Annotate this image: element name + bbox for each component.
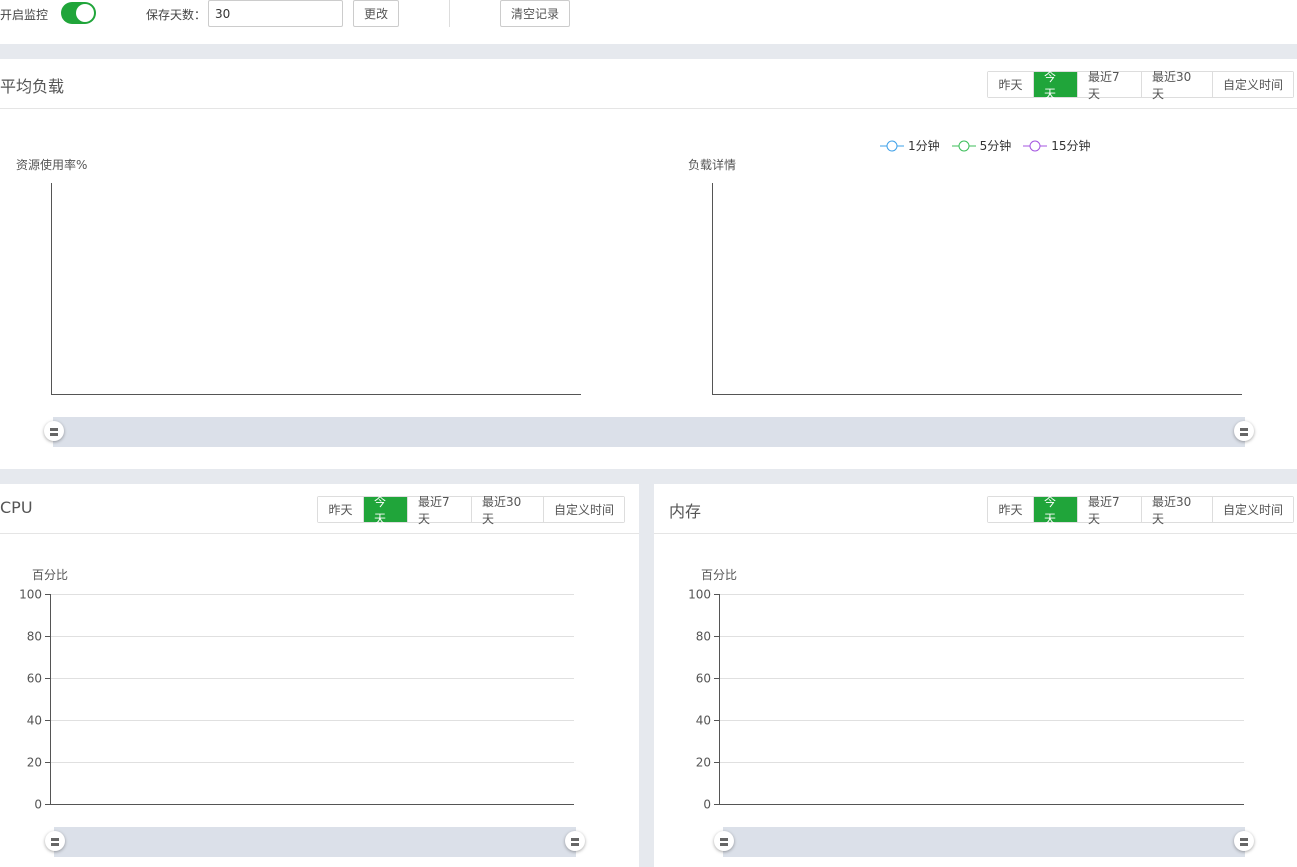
slider-handle-left[interactable]: 〓 — [45, 831, 65, 851]
slider-handle-left[interactable]: 〓 — [714, 831, 734, 851]
legend-item-15min[interactable]: 15分钟 — [1023, 137, 1091, 154]
y-tick-label: 40 — [27, 714, 42, 728]
load-legend: 1分钟 5分钟 15分钟 — [880, 137, 1103, 154]
memory-panel-header: 内存 昨天 今天 最近7天 最近30天 自定义时间 — [654, 484, 1297, 534]
toggle-knob — [76, 4, 94, 22]
change-button[interactable]: 更改 — [353, 0, 399, 27]
y-tick-label: 0 — [34, 798, 42, 812]
y-tick-label: 0 — [703, 798, 711, 812]
y-tick-label: 60 — [696, 672, 711, 686]
tab-last-7-days[interactable]: 最近7天 — [1078, 70, 1142, 101]
tab-last-30-days[interactable]: 最近30天 — [1142, 70, 1213, 101]
y-tick-label: 20 — [696, 756, 711, 770]
tab-last-30-days[interactable]: 最近30天 — [472, 495, 544, 526]
tab-custom-time[interactable]: 自定义时间 — [544, 497, 624, 522]
legend-marker-icon — [880, 140, 904, 151]
cpu-panel: CPU 昨天 今天 最近7天 最近30天 自定义时间 百分比 0 20 40 60 80… — [0, 484, 639, 867]
resource-usage-chart — [51, 183, 1242, 395]
cpu-range-tabs: 昨天 今天 最近7天 最近30天 自定义时间 — [317, 495, 625, 526]
slider-handle-left[interactable]: 〓 — [44, 421, 64, 441]
tab-last-7-days[interactable]: 最近7天 — [408, 495, 472, 526]
monitor-toggle[interactable] — [61, 2, 96, 24]
cpu-y-axis-label: 百分比 — [32, 568, 69, 582]
tab-today[interactable]: 今天 — [364, 495, 408, 526]
load-range-tabs: 昨天 今天 最近7天 最近30天 自定义时间 — [987, 70, 1294, 101]
y-tick-label: 80 — [696, 630, 711, 644]
cpu-panel-title: CPU — [0, 498, 33, 517]
slider-handle-right[interactable]: 〓 — [1234, 831, 1254, 851]
tab-last-7-days[interactable]: 最近7天 — [1078, 495, 1142, 526]
y-tick-label: 100 — [19, 588, 42, 602]
tab-yesterday[interactable]: 昨天 — [988, 497, 1034, 522]
tab-custom-time[interactable]: 自定义时间 — [1213, 72, 1293, 97]
legend-label: 5分钟 — [979, 139, 1012, 153]
cpu-zoom-slider[interactable]: 〓 〓 — [45, 827, 585, 857]
load-panel-header: 平均负载 昨天 今天 最近7天 最近30天 自定义时间 — [0, 59, 1297, 109]
cpu-panel-header: CPU 昨天 今天 最近7天 最近30天 自定义时间 — [0, 484, 639, 534]
memory-zoom-slider[interactable]: 〓 〓 — [714, 827, 1254, 857]
tab-yesterday[interactable]: 昨天 — [988, 72, 1034, 97]
load-panel-title: 平均负载 — [0, 77, 65, 96]
tab-last-30-days[interactable]: 最近30天 — [1142, 495, 1213, 526]
monitor-toolbar: 开启监控 保存天数： 更改 清空记录 — [0, 0, 1297, 44]
legend-item-5min[interactable]: 5分钟 — [951, 137, 1012, 154]
memory-panel: 内存 昨天 今天 最近7天 最近30天 自定义时间 百分比 0 20 40 60 80 1… — [654, 484, 1297, 867]
y-tick-label: 80 — [27, 630, 42, 644]
days-input[interactable] — [208, 0, 343, 27]
days-label: 保存天数： — [146, 8, 207, 22]
tab-yesterday[interactable]: 昨天 — [318, 497, 364, 522]
y-tick-label: 20 — [27, 756, 42, 770]
memory-chart: 0 20 40 60 80 100 — [688, 588, 1244, 812]
toolbar-divider — [449, 0, 450, 27]
legend-label: 15分钟 — [1051, 139, 1091, 153]
legend-label: 1分钟 — [908, 139, 940, 153]
slider-handle-right[interactable]: 〓 — [1234, 421, 1254, 441]
memory-y-axis-label: 百分比 — [701, 568, 738, 582]
memory-panel-title: 内存 — [669, 502, 702, 521]
load-zoom-slider[interactable]: 〓 〓 — [44, 417, 1254, 447]
cpu-chart: 0 20 40 60 80 100 — [19, 588, 574, 812]
y-tick-label: 60 — [27, 672, 42, 686]
y-tick-label: 100 — [688, 588, 711, 602]
clear-records-button[interactable]: 清空记录 — [500, 0, 570, 27]
memory-range-tabs: 昨天 今天 最近7天 最近30天 自定义时间 — [987, 495, 1294, 526]
tab-today[interactable]: 今天 — [1034, 495, 1078, 526]
legend-marker-icon — [1023, 140, 1048, 151]
load-panel: 平均负载 昨天 今天 最近7天 最近30天 自定义时间 1分钟 5分钟 15分钟… — [0, 59, 1297, 469]
tab-custom-time[interactable]: 自定义时间 — [1213, 497, 1293, 522]
monitor-label: 开启监控 — [0, 8, 49, 22]
y-tick-label: 40 — [696, 714, 711, 728]
tab-today[interactable]: 今天 — [1034, 70, 1078, 101]
slider-handle-right[interactable]: 〓 — [565, 831, 585, 851]
legend-marker-icon — [951, 140, 976, 151]
legend-item-1min[interactable]: 1分钟 — [880, 137, 940, 154]
